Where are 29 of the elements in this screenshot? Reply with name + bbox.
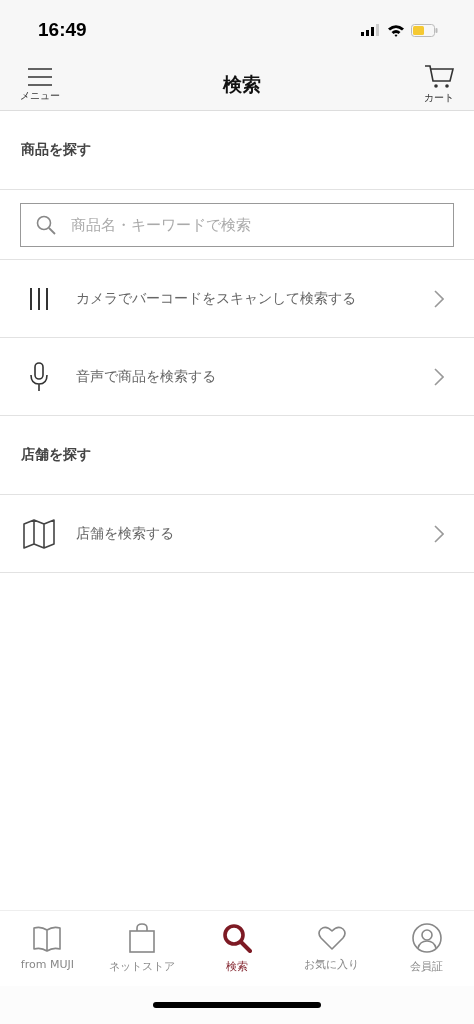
cart-icon bbox=[424, 65, 454, 89]
tab[interactable]: お気に入り bbox=[284, 911, 380, 986]
tab[interactable]: 検索 bbox=[189, 911, 285, 986]
search-icon bbox=[36, 214, 56, 235]
menu-button[interactable]: メニュー bbox=[20, 67, 60, 103]
tab[interactable]: 会員証 bbox=[379, 911, 474, 986]
section-title: 店舗を探す bbox=[21, 446, 91, 464]
bag-icon bbox=[129, 923, 156, 953]
wifi-icon bbox=[387, 23, 405, 37]
status-time: 16:49 bbox=[38, 19, 87, 41]
user-icon bbox=[411, 923, 442, 953]
cart-button[interactable]: カート bbox=[424, 65, 454, 105]
page-title: 検索 bbox=[223, 72, 261, 97]
list-item[interactable]: 音声で商品を検索する bbox=[0, 338, 474, 416]
search-icon bbox=[222, 923, 252, 953]
heart-icon bbox=[316, 925, 347, 951]
chevron-right-icon bbox=[434, 524, 444, 543]
tab[interactable]: from MUJI bbox=[0, 911, 95, 986]
list-item[interactable]: カメラでバーコードをスキャンして検索する bbox=[0, 260, 474, 338]
signal-icon bbox=[361, 24, 381, 36]
menu-icon bbox=[27, 67, 53, 87]
chevron-right-icon bbox=[434, 289, 444, 308]
map-icon bbox=[22, 518, 56, 549]
tab[interactable]: ネットストア bbox=[94, 911, 190, 986]
battery-icon bbox=[411, 23, 438, 37]
search-field[interactable]: 商品名・キーワードで検索 bbox=[20, 202, 454, 247]
section-title: 商品を探す bbox=[21, 141, 91, 159]
chevron-right-icon bbox=[434, 367, 444, 386]
book-icon bbox=[32, 926, 63, 952]
